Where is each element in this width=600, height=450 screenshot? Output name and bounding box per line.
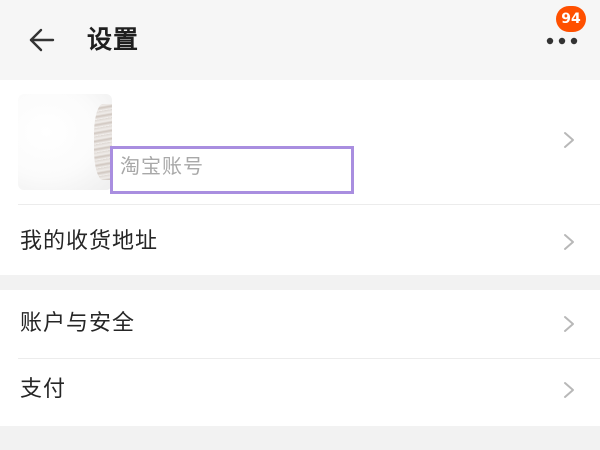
menu-item-payment[interactable]: 支付 (0, 358, 600, 426)
chevron-right-icon (564, 316, 574, 332)
chevron-right-icon (564, 132, 574, 148)
back-button[interactable] (22, 22, 62, 58)
menu-item-label: 账户与安全 (20, 311, 136, 336)
top-navigation-bar: 设置 94 (0, 0, 600, 80)
account-row[interactable]: 淘宝账号 (0, 80, 600, 204)
chevron-right-icon (564, 234, 574, 250)
chevron-right-icon (564, 382, 574, 398)
avatar (18, 94, 112, 190)
page-background-bottom (0, 426, 600, 450)
settings-screen: 设置 94 淘宝账号 我的收货地址 账户与安全 支付 (0, 0, 600, 450)
security-payment-group: 账户与安全 支付 (0, 290, 600, 426)
menu-item-label: 我的收货地址 (20, 229, 159, 254)
page-title: 设置 (87, 25, 140, 54)
menu-item-account-security[interactable]: 账户与安全 (0, 290, 600, 358)
arrow-left-icon (29, 28, 55, 52)
account-group: 淘宝账号 我的收货地址 (0, 80, 600, 275)
highlight-annotation-box (110, 146, 354, 194)
menu-item-shipping-address[interactable]: 我的收货地址 (0, 204, 600, 275)
notification-badge: 94 (556, 6, 586, 32)
menu-item-label: 支付 (20, 377, 67, 402)
